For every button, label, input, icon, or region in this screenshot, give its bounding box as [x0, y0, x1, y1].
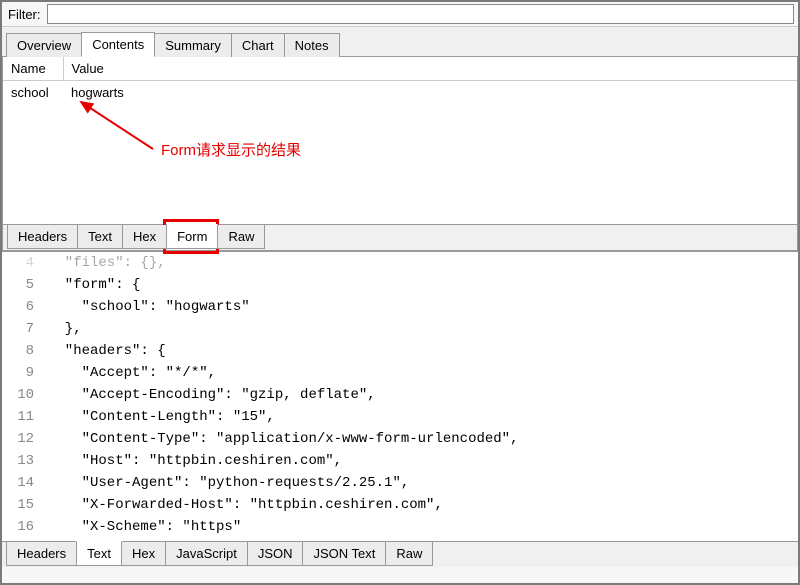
- response-view-tabbar: HeadersTextHexJavaScriptJSONJSON TextRaw: [2, 541, 798, 567]
- response-tab-json-text[interactable]: JSON Text: [302, 542, 386, 566]
- code-text: "school": "hogwarts": [48, 296, 798, 318]
- line-number: 4: [2, 252, 48, 274]
- code-text: "headers": {: [48, 340, 798, 362]
- line-number: 16: [2, 516, 48, 538]
- main-tab-overview[interactable]: Overview: [6, 33, 82, 57]
- cell-value: hogwarts: [63, 81, 797, 105]
- code-line: 11 "Content-Length": "15",: [2, 406, 798, 428]
- response-tab-hex[interactable]: Hex: [121, 542, 166, 566]
- upper-pane: Name Value schoolhogwarts Form请求显示的结果 He…: [2, 57, 798, 250]
- code-text: "Accept": "*/*",: [48, 362, 798, 384]
- form-table: Name Value schoolhogwarts: [3, 57, 797, 104]
- request-view-tabbar: HeadersTextHexFormRaw: [3, 224, 797, 250]
- col-header-name[interactable]: Name: [3, 57, 63, 81]
- line-number: 12: [2, 428, 48, 450]
- filter-row: Filter:: [2, 2, 798, 27]
- line-number: 11: [2, 406, 48, 428]
- request-tab-headers[interactable]: Headers: [7, 225, 78, 249]
- code-line: 7 },: [2, 318, 798, 340]
- code-line: 16 "X-Scheme": "https": [2, 516, 798, 538]
- code-line: 15 "X-Forwarded-Host": "httpbin.ceshiren…: [2, 494, 798, 516]
- annotation-arrow-icon: [63, 94, 163, 164]
- code-line: 14 "User-Agent": "python-requests/2.25.1…: [2, 472, 798, 494]
- table-row[interactable]: schoolhogwarts: [3, 81, 797, 105]
- request-tab-raw[interactable]: Raw: [217, 225, 265, 249]
- line-number: 10: [2, 384, 48, 406]
- line-number: 8: [2, 340, 48, 362]
- line-number: 6: [2, 296, 48, 318]
- code-text: "files": {},: [48, 252, 798, 274]
- main-tab-summary[interactable]: Summary: [154, 33, 232, 57]
- code-line: 8 "headers": {: [2, 340, 798, 362]
- cell-name: school: [3, 81, 63, 105]
- col-header-value[interactable]: Value: [63, 57, 797, 81]
- code-line: 10 "Accept-Encoding": "gzip, deflate",: [2, 384, 798, 406]
- annotation-text: Form请求显示的结果: [161, 139, 301, 160]
- main-tabbar: OverviewContentsSummaryChartNotes: [2, 27, 798, 57]
- line-number: 15: [2, 494, 48, 516]
- code-text: "form": {: [48, 274, 798, 296]
- response-tab-headers[interactable]: Headers: [6, 542, 77, 566]
- code-text: "Host": "httpbin.ceshiren.com",: [48, 450, 798, 472]
- main-tab-contents[interactable]: Contents: [81, 32, 155, 57]
- code-line: 6 "school": "hogwarts": [2, 296, 798, 318]
- code-line: 12 "Content-Type": "application/x-www-fo…: [2, 428, 798, 450]
- filter-input[interactable]: [47, 4, 795, 24]
- code-text: },: [48, 318, 798, 340]
- line-number: 7: [2, 318, 48, 340]
- response-code-pane[interactable]: 4 "files": {},5 "form": {6 "school": "ho…: [2, 251, 798, 541]
- line-number: 13: [2, 450, 48, 472]
- code-line: 13 "Host": "httpbin.ceshiren.com",: [2, 450, 798, 472]
- code-line: 5 "form": {: [2, 274, 798, 296]
- line-number: 14: [2, 472, 48, 494]
- code-text: "Content-Length": "15",: [48, 406, 798, 428]
- code-line: 4 "files": {},: [2, 252, 798, 274]
- upper-body-spacer: Form请求显示的结果: [3, 104, 797, 224]
- code-text: "X-Forwarded-Host": "httpbin.ceshiren.co…: [48, 494, 798, 516]
- line-number: 5: [2, 274, 48, 296]
- request-tab-form[interactable]: Form: [166, 224, 218, 249]
- code-line: 9 "Accept": "*/*",: [2, 362, 798, 384]
- main-tab-notes[interactable]: Notes: [284, 33, 340, 57]
- code-text: "X-Scheme": "https": [48, 516, 798, 538]
- app-window: Filter: OverviewContentsSummaryChartNote…: [0, 0, 800, 585]
- code-text: "Accept-Encoding": "gzip, deflate",: [48, 384, 798, 406]
- request-tab-text[interactable]: Text: [77, 225, 123, 249]
- code-text: "Content-Type": "application/x-www-form-…: [48, 428, 798, 450]
- response-tab-raw[interactable]: Raw: [385, 542, 433, 566]
- main-tab-chart[interactable]: Chart: [231, 33, 285, 57]
- line-number: 9: [2, 362, 48, 384]
- response-tab-json[interactable]: JSON: [247, 542, 304, 566]
- code-text: "User-Agent": "python-requests/2.25.1",: [48, 472, 798, 494]
- filter-label: Filter:: [6, 5, 47, 24]
- response-tab-javascript[interactable]: JavaScript: [165, 542, 248, 566]
- response-tab-text[interactable]: Text: [76, 541, 122, 566]
- request-tab-hex[interactable]: Hex: [122, 225, 167, 249]
